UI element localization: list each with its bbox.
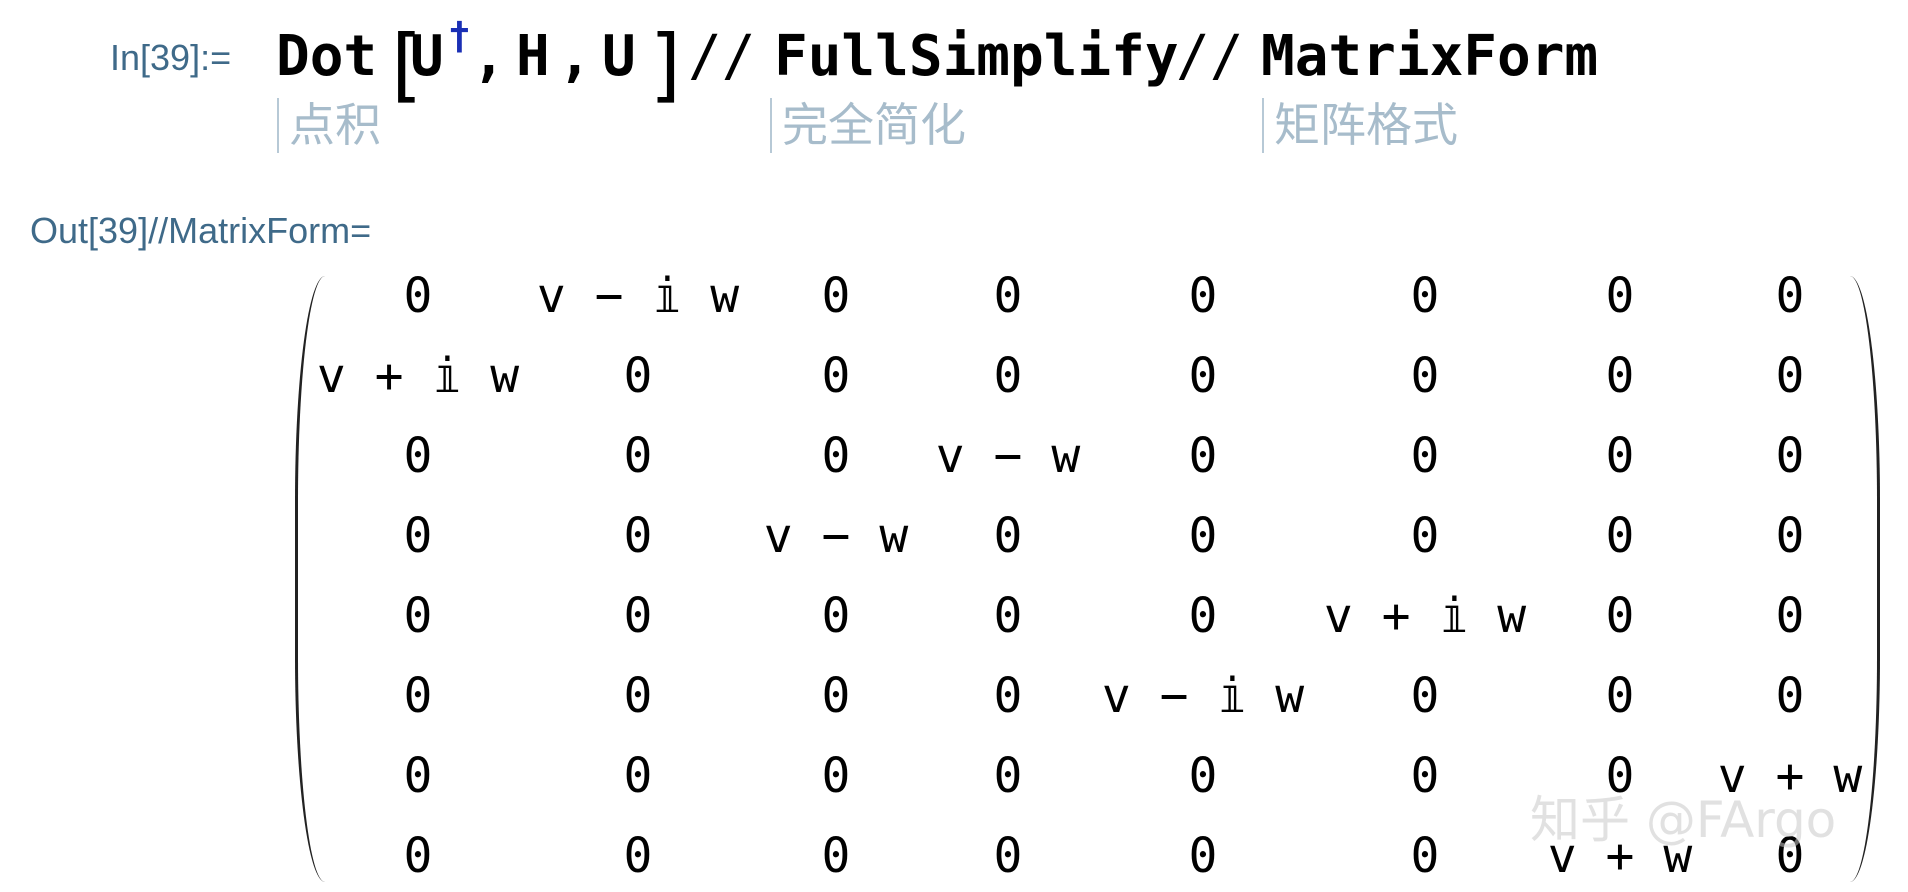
matrix-cell: 0 bbox=[1188, 348, 1218, 404]
matrix-cell: 0 bbox=[403, 828, 433, 884]
matrix-cell: 0 bbox=[1188, 748, 1218, 804]
matrix-cell: 0 bbox=[993, 348, 1023, 404]
matrix-cell: 0 bbox=[993, 588, 1023, 644]
matrix-cell: 0 bbox=[623, 588, 653, 644]
matrix-cell: 0 bbox=[1410, 828, 1440, 884]
matrix-cell: 0 bbox=[1775, 348, 1805, 404]
watermark: 知乎 @FArgo bbox=[1530, 791, 1837, 849]
matrix-cell: 0 bbox=[993, 828, 1023, 884]
matrix-cell: 0 bbox=[1410, 428, 1440, 484]
matrix-cell: 0 bbox=[1605, 348, 1635, 404]
matrix-cell: v − 𝕚 w bbox=[536, 268, 740, 324]
matrix-cell: 0 bbox=[821, 268, 851, 324]
matrix-cell: 0 bbox=[821, 428, 851, 484]
matrix-cell: 0 bbox=[403, 668, 433, 724]
matrix-cell: 0 bbox=[821, 668, 851, 724]
matrix-cell: 0 bbox=[993, 668, 1023, 724]
matrix-cell: 0 bbox=[993, 508, 1023, 564]
matrix-cell: v − 𝕚 w bbox=[1101, 668, 1305, 724]
matrix-cell: 0 bbox=[1775, 268, 1805, 324]
matrix-cell: 0 bbox=[1188, 428, 1218, 484]
matrix-cell: 0 bbox=[623, 748, 653, 804]
matrix-cell: 0 bbox=[821, 348, 851, 404]
matrix-cell: 0 bbox=[1188, 268, 1218, 324]
matrix-cell: v + 𝕚 w bbox=[1323, 588, 1527, 644]
matrix-cell: v − w bbox=[935, 428, 1081, 484]
matrix-cell: 0 bbox=[1410, 748, 1440, 804]
matrix-cell: 0 bbox=[403, 508, 433, 564]
matrix-cell: 0 bbox=[1410, 268, 1440, 324]
matrix-cell: 0 bbox=[623, 428, 653, 484]
matrix-cell: 0 bbox=[1605, 428, 1635, 484]
matrix-cell: 0 bbox=[1775, 588, 1805, 644]
matrix-cell: 0 bbox=[403, 428, 433, 484]
matrix-cell: 0 bbox=[1775, 508, 1805, 564]
matrix-cell: 0 bbox=[623, 828, 653, 884]
matrix-cell: 0 bbox=[1605, 668, 1635, 724]
matrix-cell: 0 bbox=[403, 588, 433, 644]
matrix-cell: v + 𝕚 w bbox=[316, 348, 520, 404]
matrix-cell: 0 bbox=[1188, 828, 1218, 884]
matrix-cell: 0 bbox=[1188, 508, 1218, 564]
matrix-cell: 0 bbox=[623, 508, 653, 564]
matrix-cell: 0 bbox=[993, 268, 1023, 324]
matrix-cell: 0 bbox=[403, 748, 433, 804]
matrix-cell: 0 bbox=[1605, 268, 1635, 324]
matrix-cell: 0 bbox=[1188, 588, 1218, 644]
matrix-cell: 0 bbox=[821, 588, 851, 644]
matrix-cell: 0 bbox=[993, 748, 1023, 804]
matrix-cell: 0 bbox=[1775, 668, 1805, 724]
matrix-cell: v − w bbox=[763, 508, 909, 564]
matrix-cell: 0 bbox=[623, 348, 653, 404]
matrix-cell: 0 bbox=[821, 828, 851, 884]
matrix-cell: 0 bbox=[1605, 588, 1635, 644]
matrix-cell: 0 bbox=[821, 748, 851, 804]
matrix-cell: 0 bbox=[1410, 508, 1440, 564]
matrix-cell: 0 bbox=[403, 268, 433, 324]
matrix-cell: 0 bbox=[1410, 668, 1440, 724]
output-matrix: 0 v − 𝕚 w 0 0 0 0 0 0 v + 𝕚 w 0 0 0 0 0 0 0 0 0 0 v − w 0 0 0 0… bbox=[0, 0, 1908, 892]
matrix-cell: 0 bbox=[1775, 428, 1805, 484]
matrix-cell: 0 bbox=[1605, 508, 1635, 564]
matrix-cell: 0 bbox=[1410, 348, 1440, 404]
matrix-cell: 0 bbox=[623, 668, 653, 724]
